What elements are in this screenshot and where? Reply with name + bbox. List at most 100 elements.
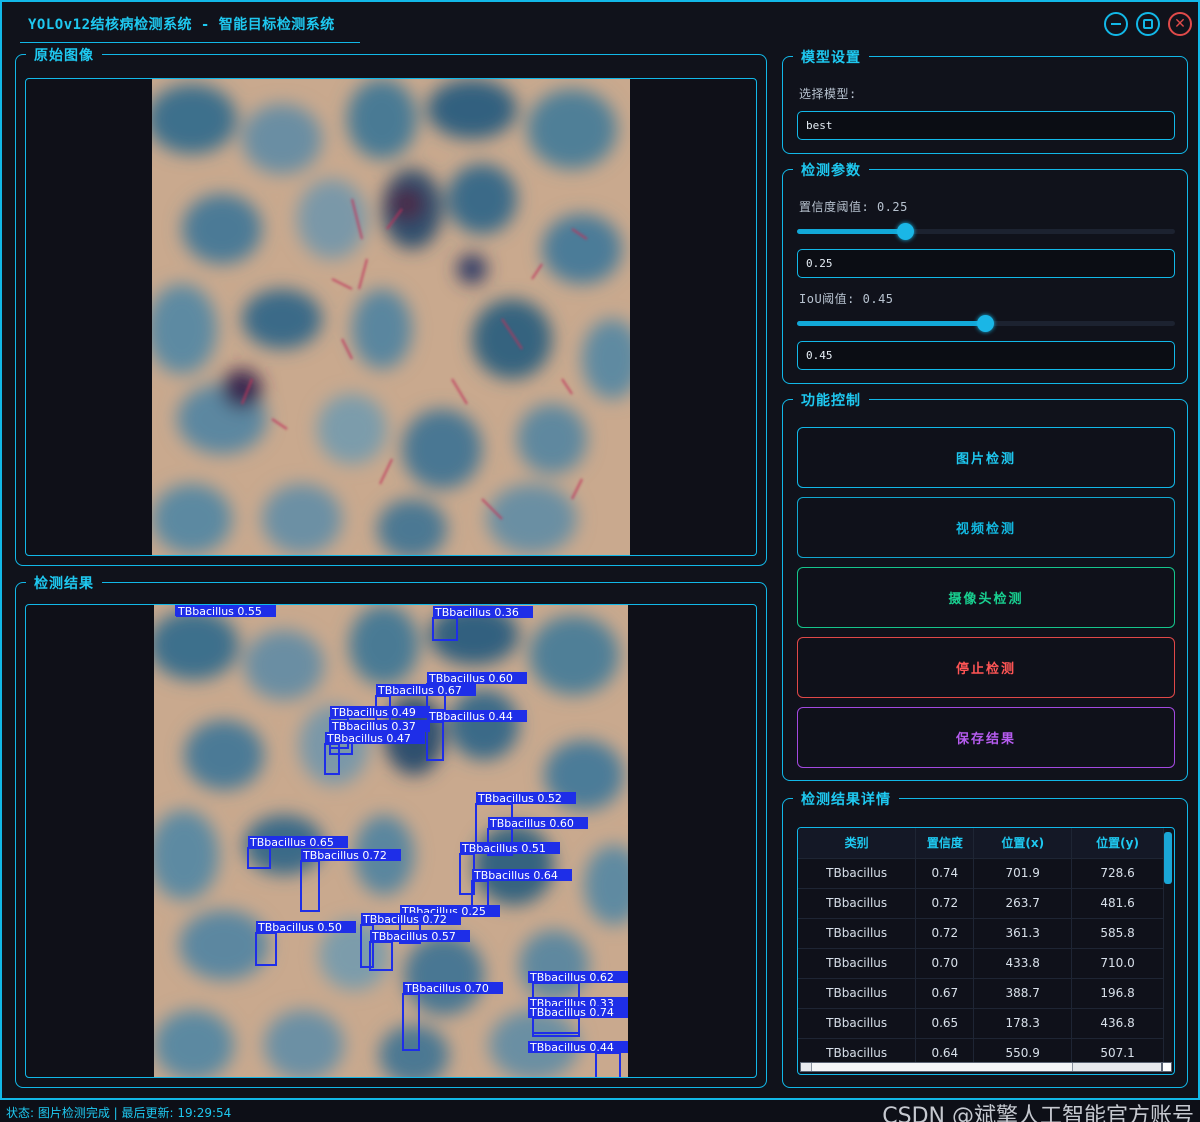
cell-confidence: 0.72	[915, 917, 975, 948]
cell-confidence: 0.65	[915, 1007, 975, 1038]
model-select-label: 选择模型:	[799, 87, 857, 101]
original-micrograph	[152, 79, 630, 555]
iou-slider[interactable]	[797, 315, 1175, 332]
detection-label: TBbacillus 0.49	[331, 706, 416, 719]
status-bar: 状态: 图片检测完成 | 最后更新: 19:29:54 CSDN @斌擎人工智能…	[0, 1102, 1200, 1122]
result-image-title: 检测结果	[26, 573, 102, 593]
table-row[interactable]: TBbacillus 0.72 361.3 585.8	[798, 917, 1164, 948]
detection-label: TBbacillus 0.64	[473, 869, 558, 882]
iou-label: IoU阈值: 0.45	[799, 292, 894, 306]
vertical-scrollbar[interactable]	[1164, 830, 1172, 1062]
results-table-container: 类别 置信度 位置(x) 位置(y) TBbacillus 0.74 701.9 72…	[797, 827, 1175, 1075]
cell-y: 728.6	[1071, 857, 1164, 888]
cell-class: TBbacillus	[798, 1007, 917, 1038]
detection-label: TBbacillus 0.72	[302, 849, 387, 862]
iou-slider-thumb[interactable]	[977, 315, 994, 332]
table-row[interactable]: TBbacillus 0.65 178.3 436.8	[798, 1007, 1164, 1038]
cell-x: 433.8	[973, 947, 1073, 978]
confidence-input[interactable]: 0.25	[797, 249, 1175, 278]
vertical-scrollbar-thumb[interactable]	[1164, 832, 1172, 884]
confidence-slider-fill	[797, 229, 905, 234]
main-window: YOLOv12结核病检测系统 - 智能目标检测系统 ✕ 原始图像 检测结果 TB…	[0, 0, 1200, 1100]
controls-title: 功能控制	[793, 390, 869, 410]
maximize-icon	[1143, 19, 1153, 29]
horizontal-scrollbar[interactable]	[800, 1062, 1162, 1072]
detection-label: TBbacillus 0.62	[529, 971, 614, 984]
detection-label: TBbacillus 0.51	[461, 842, 546, 855]
cell-x: 361.3	[973, 917, 1073, 948]
detection-label: TBbacillus 0.57	[371, 930, 456, 943]
cell-class: TBbacillus	[798, 977, 917, 1008]
cell-y: 196.8	[1071, 977, 1164, 1008]
stop-detect-button[interactable]: 停止检测	[797, 637, 1175, 698]
cell-class: TBbacillus	[798, 947, 917, 978]
cell-x: 701.9	[973, 857, 1073, 888]
status-text: 状态: 图片检测完成 | 最后更新: 19:29:54	[6, 1106, 232, 1120]
detection-params-group: 检测参数 置信度阈值: 0.25 0.25 IoU阈值: 0.45 0.45	[782, 160, 1188, 384]
cell-class: TBbacillus	[798, 917, 917, 948]
table-row[interactable]: TBbacillus 0.67 388.7 196.8	[798, 977, 1164, 1008]
cell-confidence: 0.74	[915, 857, 975, 888]
result-image-frame: TBbacillus 0.55 TBbacillus 0.36 TBbacillus…	[25, 604, 757, 1078]
cell-x: 178.3	[973, 1007, 1073, 1038]
detection-label: TBbacillus 0.67	[377, 684, 462, 697]
table-row[interactable]: TBbacillus 0.72 263.7 481.6	[798, 887, 1164, 918]
iou-input[interactable]: 0.45	[797, 341, 1175, 370]
column-header-class[interactable]: 类别	[798, 828, 917, 858]
model-select[interactable]: best	[797, 111, 1175, 140]
original-image-frame	[25, 78, 757, 556]
cell-class: TBbacillus	[798, 887, 917, 918]
iou-slider-fill	[797, 321, 985, 326]
detection-params-title: 检测参数	[793, 160, 869, 180]
controls-group: 功能控制 图片检测 视频检测 摄像头检测 停止检测 保存结果	[782, 390, 1188, 781]
detection-label: TBbacillus 0.44	[428, 710, 513, 723]
result-micrograph: TBbacillus 0.55 TBbacillus 0.36 TBbacillus…	[154, 605, 628, 1077]
results-table-body: TBbacillus 0.74 701.9 728.6 TBbacillus 0.72 26…	[798, 857, 1164, 1068]
window-title: YOLOv12结核病检测系统 - 智能目标检测系统	[28, 17, 335, 33]
table-row[interactable]: TBbacillus 0.70 433.8 710.0	[798, 947, 1164, 978]
title-bar[interactable]: YOLOv12结核病检测系统 - 智能目标检测系统 ✕	[2, 2, 1198, 44]
image-detect-button[interactable]: 图片检测	[797, 427, 1175, 488]
model-settings-title: 模型设置	[793, 47, 869, 67]
minimize-icon	[1111, 23, 1121, 25]
table-header-row: 类别 置信度 位置(x) 位置(y)	[798, 828, 1164, 858]
cell-y: 710.0	[1071, 947, 1164, 978]
watermark: CSDN @斌擎人工智能官方账号	[882, 1104, 1194, 1122]
confidence-label: 置信度阈值: 0.25	[799, 200, 908, 214]
original-image-group: 原始图像	[15, 45, 767, 566]
cell-x: 388.7	[973, 977, 1073, 1008]
cell-x: 263.7	[973, 887, 1073, 918]
detection-label: TBbacillus 0.36	[434, 606, 519, 619]
video-detect-button[interactable]: 视频检测	[797, 497, 1175, 558]
cell-y: 585.8	[1071, 917, 1164, 948]
detection-label: TBbacillus 0.55	[177, 605, 262, 618]
table-row[interactable]: TBbacillus 0.74 701.9 728.6	[798, 857, 1164, 888]
title-underline	[20, 42, 360, 43]
results-detail-title: 检测结果详情	[793, 789, 899, 809]
camera-detect-button[interactable]: 摄像头检测	[797, 567, 1175, 628]
column-header-x[interactable]: 位置(x)	[973, 828, 1073, 858]
cell-y: 436.8	[1071, 1007, 1164, 1038]
minimize-button[interactable]	[1104, 12, 1128, 36]
confidence-slider[interactable]	[797, 223, 1175, 240]
detection-label: TBbacillus 0.60	[489, 817, 574, 830]
detection-label: TBbacillus 0.50	[257, 921, 342, 934]
close-icon: ✕	[1174, 16, 1186, 32]
confidence-slider-thumb[interactable]	[897, 223, 914, 240]
detection-label: TBbacillus 0.65	[249, 836, 334, 849]
detection-label: TBbacillus 0.72	[362, 913, 447, 926]
horizontal-scrollbar-thumb[interactable]	[811, 1063, 1073, 1071]
detection-label: TBbacillus 0.44	[529, 1041, 614, 1054]
results-table: 类别 置信度 位置(x) 位置(y) TBbacillus 0.74 701.9 72…	[798, 828, 1164, 1068]
detection-label: TBbacillus 0.52	[477, 792, 562, 805]
column-header-y[interactable]: 位置(y)	[1071, 828, 1164, 858]
maximize-button[interactable]	[1136, 12, 1160, 36]
detection-label: TBbacillus 0.47	[326, 732, 411, 745]
cell-confidence: 0.70	[915, 947, 975, 978]
cell-confidence: 0.67	[915, 977, 975, 1008]
close-button[interactable]: ✕	[1168, 12, 1192, 36]
save-result-button[interactable]: 保存结果	[797, 707, 1175, 768]
result-image-group: 检测结果 TBbacillus 0.55 TBbacillus 0.36 TBb…	[15, 573, 767, 1088]
column-header-confidence[interactable]: 置信度	[915, 828, 975, 858]
cell-y: 481.6	[1071, 887, 1164, 918]
